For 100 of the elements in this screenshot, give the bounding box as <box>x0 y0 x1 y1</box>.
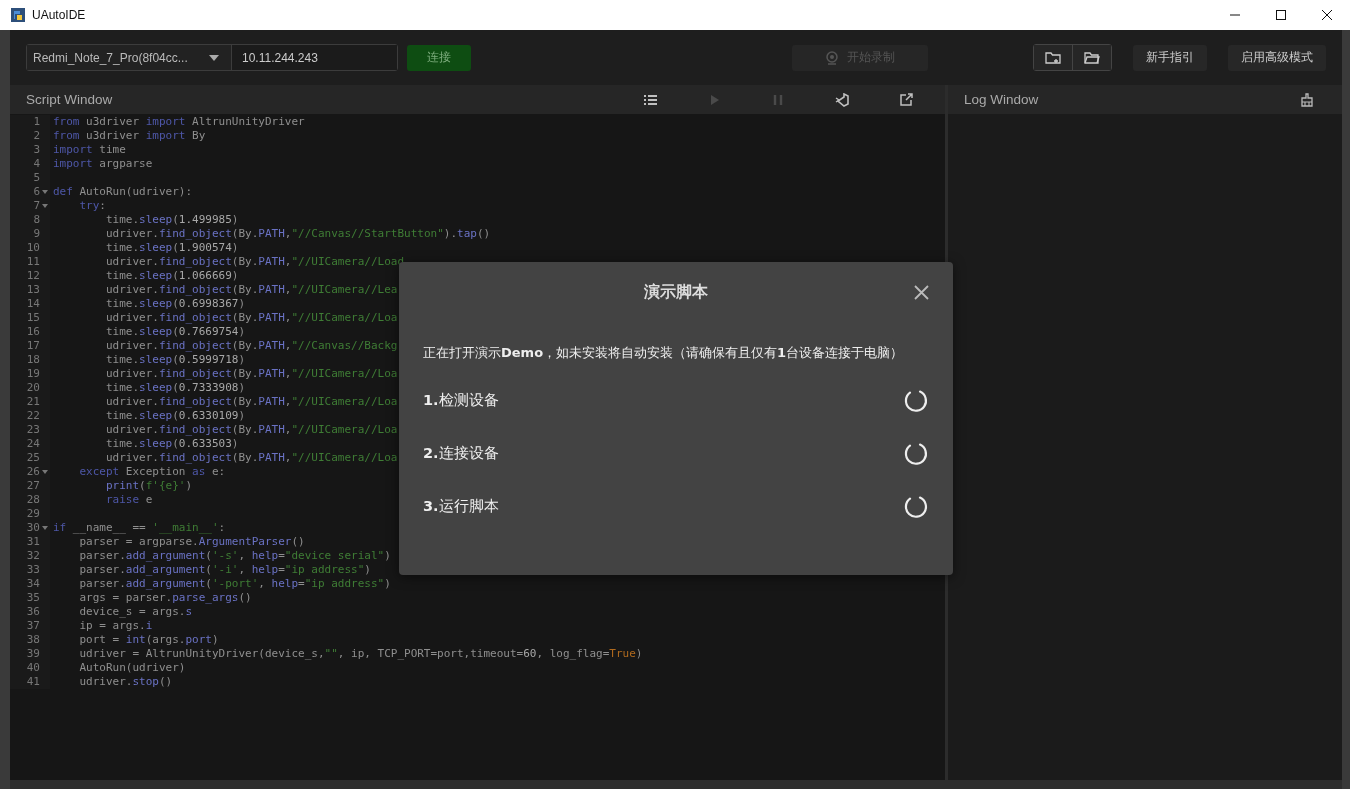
line-number: 2 <box>33 129 40 143</box>
code-line: time.sleep(0.6330109) <box>104 409 246 423</box>
line-number: 26 <box>26 465 40 479</box>
code-line: time.sleep(0.5999718) <box>104 353 246 367</box>
code-line: args = parser.parse_args() <box>78 591 252 605</box>
line-number: 9 <box>33 227 40 241</box>
line-number: 10 <box>26 241 40 255</box>
code-line: time.sleep(1.900574) <box>104 241 239 255</box>
line-number: 31 <box>26 535 40 549</box>
step-label: 1.检测设备 <box>423 391 499 410</box>
line-number: 21 <box>26 395 40 409</box>
panel-title: Script Window <box>26 92 113 107</box>
code-line: time.sleep(1.499985) <box>104 213 239 227</box>
code-line: parser = argparse.ArgumentParser() <box>78 535 305 549</box>
line-number: 38 <box>26 633 40 647</box>
code-line: time.sleep(0.633503) <box>104 437 239 451</box>
folder-icon <box>1084 50 1100 65</box>
line-number: 11 <box>26 255 40 269</box>
line-number: 20 <box>26 381 40 395</box>
code-line: device_s = args.s <box>78 605 193 619</box>
line-number: 28 <box>26 493 40 507</box>
fold-arrow-icon[interactable] <box>42 470 48 474</box>
line-number: 39 <box>26 647 40 661</box>
line-number: 6 <box>33 185 40 199</box>
code-line: def AutoRun(udriver): <box>53 185 193 199</box>
line-number: 16 <box>26 325 40 339</box>
code-line: udriver = AltrunUnityDriver(device_s,"", ip, TCP_PORT=port,timeout=60, log_flag=True) <box>78 647 643 661</box>
open-folder-button[interactable] <box>1072 45 1111 70</box>
new-folder-button[interactable] <box>1034 45 1072 70</box>
line-number: 8 <box>33 213 40 227</box>
line-number: 14 <box>26 297 40 311</box>
code-line: udriver.find_object(By.PATH,"//Canvas//StartButton").tap() <box>104 227 491 241</box>
line-number: 30 <box>26 521 40 535</box>
line-number: 22 <box>26 409 40 423</box>
code-line: parser.add_argument('-i', help="ip address") <box>78 563 371 577</box>
code-line: time.sleep(0.6998367) <box>104 297 246 311</box>
line-number: 12 <box>26 269 40 283</box>
code-line: udriver.find_object(By.PATH,"//UICamera//Loa <box>104 367 398 381</box>
code-line: udriver.find_object(By.PATH,"//UICamera//Load <box>104 255 405 269</box>
code-line: udriver.find_object(By.PATH,"//UICamera//Loa <box>104 311 398 325</box>
code-line: if __name__ == '__main__': <box>53 521 226 535</box>
line-number: 3 <box>33 143 40 157</box>
line-number: 24 <box>26 437 40 451</box>
line-number: 29 <box>26 507 40 521</box>
maximize-icon[interactable] <box>1276 10 1286 20</box>
code-line: ip = args.i <box>78 619 153 633</box>
dialog-title: 演示脚本 <box>644 281 708 303</box>
line-number: 13 <box>26 283 40 297</box>
close-icon[interactable] <box>1322 10 1332 20</box>
line-number: 1 <box>33 115 40 129</box>
folder-plus-icon <box>1045 50 1061 65</box>
code-line: except Exception as e: <box>78 465 226 479</box>
app-icon <box>11 8 25 22</box>
line-number: 5 <box>33 171 40 185</box>
guide-button[interactable]: 新手指引 <box>1133 44 1207 71</box>
line-number: 41 <box>26 675 40 689</box>
code-line: from u3driver import AltrunUnityDriver <box>53 115 305 129</box>
panel-title: Log Window <box>964 92 1039 107</box>
code-line: udriver.find_object(By.PATH,"//UICamera//Loa <box>104 395 398 409</box>
dialog-message: 正在打开演示Demo，如未安装将自动安装（请确保有且仅有1台设备连接于电脑） <box>423 344 905 362</box>
code-editor-icon[interactable] <box>835 92 849 107</box>
list-icon[interactable] <box>643 92 657 107</box>
code-line: udriver.find_object(By.PATH,"//UICamera//Lea <box>104 283 398 297</box>
external-link-icon[interactable] <box>899 92 913 107</box>
line-number: 35 <box>26 591 40 605</box>
line-number: 36 <box>26 605 40 619</box>
code-line: try: <box>78 199 106 213</box>
line-number: 40 <box>26 661 40 675</box>
line-number: 4 <box>33 157 40 171</box>
advanced-mode-button[interactable]: 启用高级模式 <box>1228 44 1326 71</box>
code-line: time.sleep(0.7333908) <box>104 381 246 395</box>
line-number: 33 <box>26 563 40 577</box>
line-number: 32 <box>26 549 40 563</box>
connect-button[interactable]: 连接 <box>407 44 471 71</box>
code-line: udriver.stop() <box>78 675 173 689</box>
step-label: 3.运行脚本 <box>423 497 499 516</box>
line-number: 17 <box>26 339 40 353</box>
fold-arrow-icon[interactable] <box>42 204 48 208</box>
line-number: 27 <box>26 479 40 493</box>
step-label: 2.连接设备 <box>423 444 499 463</box>
line-number: 15 <box>26 311 40 325</box>
camera-icon <box>824 50 839 65</box>
code-line: from u3driver import By <box>53 129 206 143</box>
code-line: import time <box>53 143 126 157</box>
code-line: AutoRun(udriver) <box>78 661 186 675</box>
code-line: udriver.find_object(By.PATH,"//UICamera//Loa <box>104 423 398 437</box>
line-number: 37 <box>26 619 40 633</box>
line-number: 25 <box>26 451 40 465</box>
broom-icon[interactable] <box>1300 92 1314 107</box>
line-number: 7 <box>33 199 40 213</box>
fold-arrow-icon[interactable] <box>42 190 48 194</box>
line-number: 18 <box>26 353 40 367</box>
code-line: parser.add_argument('-port', help="ip address") <box>78 577 391 591</box>
code-line: udriver.find_object(By.PATH,"//UICamera//Loa <box>104 451 398 465</box>
code-line: port = int(args.port) <box>78 633 219 647</box>
fold-arrow-icon[interactable] <box>42 526 48 530</box>
line-number: 23 <box>26 423 40 437</box>
line-number: 19 <box>26 367 40 381</box>
window-title: UAutoIDE <box>32 8 86 22</box>
code-line: raise e <box>104 493 153 507</box>
